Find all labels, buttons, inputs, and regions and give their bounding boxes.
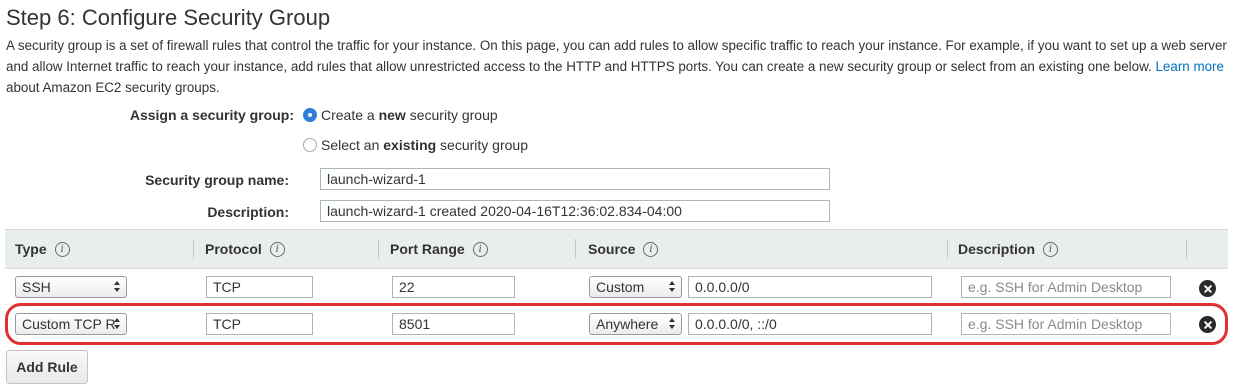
- rule-protocol-field: TCP: [206, 276, 313, 298]
- rule-type-select[interactable]: Custom TCP R: [15, 313, 127, 335]
- column-divider: [378, 239, 379, 259]
- group-description-label: Description:: [207, 204, 289, 220]
- remove-rule-icon[interactable]: [1199, 316, 1216, 333]
- group-description-input[interactable]: launch-wizard-1 created 2020-04-16T12:36…: [320, 200, 830, 222]
- column-header-description: Description i: [958, 230, 1059, 268]
- column-divider: [1186, 239, 1187, 259]
- radio-select-existing-group[interactable]: Select an existing security group: [303, 136, 528, 154]
- security-group-name-label: Security group name:: [145, 172, 289, 188]
- radio-create-new-group[interactable]: Create a new security group: [303, 106, 498, 124]
- rule-source-cidr-input[interactable]: 0.0.0.0/0: [688, 276, 932, 298]
- security-group-name-input[interactable]: launch-wizard-1: [320, 168, 830, 190]
- rules-table-header: Type i Protocol i Port Range i Source i Desc…: [5, 229, 1228, 269]
- info-icon[interactable]: i: [643, 241, 659, 257]
- info-icon[interactable]: i: [54, 241, 70, 257]
- column-divider: [947, 239, 948, 259]
- rule-source-select[interactable]: Anywhere: [589, 313, 682, 335]
- page-title: Step 6: Configure Security Group: [6, 5, 331, 30]
- column-divider: [575, 239, 576, 259]
- intro-text: A security group is a set of firewall ru…: [6, 38, 1227, 74]
- radio-create-label: Create a new security group: [321, 107, 498, 123]
- learn-more-link[interactable]: Learn more: [1155, 59, 1223, 74]
- assign-security-group-label: Assign a security group:: [129, 107, 294, 123]
- rule-port-range-input[interactable]: 8501: [392, 313, 515, 335]
- info-icon[interactable]: i: [269, 241, 285, 257]
- column-header-protocol: Protocol i: [205, 230, 285, 268]
- intro-suffix: about Amazon EC2 security groups.: [6, 80, 220, 95]
- radio-button-unchecked[interactable]: [303, 138, 317, 152]
- add-rule-button[interactable]: Add Rule: [6, 350, 88, 384]
- rule-source-select[interactable]: Custom: [589, 276, 682, 298]
- info-icon[interactable]: i: [472, 241, 488, 257]
- column-header-type: Type i: [15, 230, 70, 268]
- radio-existing-label: Select an existing security group: [321, 137, 528, 153]
- info-icon[interactable]: i: [1043, 241, 1059, 257]
- select-arrows-icon: [669, 318, 676, 330]
- rule-source-cidr-input[interactable]: 0.0.0.0/0, ::/0: [688, 313, 932, 335]
- column-divider: [193, 239, 194, 259]
- rule-protocol-field: TCP: [206, 313, 313, 335]
- row-divider: [5, 304, 1228, 305]
- column-header-port-range: Port Range i: [390, 230, 488, 268]
- select-arrows-icon: [669, 281, 676, 293]
- remove-rule-icon[interactable]: [1199, 280, 1216, 297]
- rule-description-input[interactable]: e.g. SSH for Admin Desktop: [961, 276, 1171, 298]
- row-divider: [5, 342, 1228, 343]
- select-arrows-icon: [114, 318, 121, 330]
- intro-paragraph: A security group is a set of firewall ru…: [6, 35, 1228, 98]
- rule-port-range-input[interactable]: 22: [392, 276, 515, 298]
- column-header-source: Source i: [588, 230, 659, 268]
- radio-button-checked[interactable]: [303, 108, 317, 122]
- rule-description-input[interactable]: e.g. SSH for Admin Desktop: [961, 313, 1171, 335]
- rule-type-select[interactable]: SSH: [15, 276, 127, 298]
- select-arrows-icon: [114, 281, 121, 293]
